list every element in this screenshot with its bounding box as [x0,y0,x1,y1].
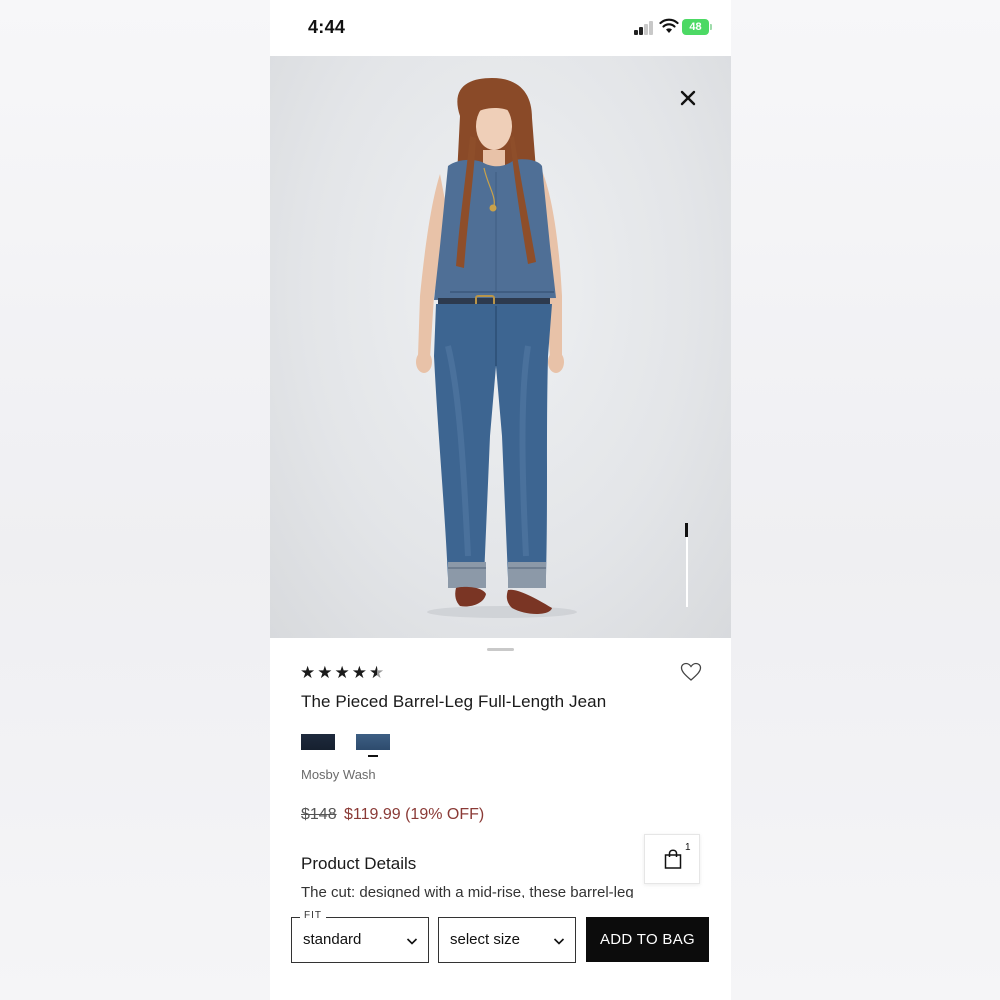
cellular-signal-icon [634,21,656,35]
color-name: Mosby Wash [301,767,376,782]
status-bar: 4:44 48 [270,0,731,56]
heart-icon[interactable] [680,662,702,682]
color-swatch-mosby-wash[interactable] [356,734,390,750]
model-wearing-jeans-photo [416,78,577,618]
wifi-icon [659,18,679,33]
fit-value: standard [303,931,362,948]
size-dropdown[interactable]: select size [438,917,576,963]
fit-label: FIT [300,910,326,921]
shopping-bag-icon [664,849,682,869]
status-time: 4:44 [308,17,346,37]
battery-level: 48 [682,19,709,35]
fit-dropdown[interactable]: FIT standard [291,910,429,963]
sale-price: $119.99 (19% OFF) [344,806,485,823]
star-icon: ★ [317,663,333,682]
rating-stars[interactable]: ★ ★ ★ ★ ★ [300,664,384,682]
size-value: select size [450,931,521,948]
color-swatch-dark[interactable] [301,734,335,750]
star-icon: ★ [334,663,350,682]
product-details-heading[interactable]: Product Details [301,854,416,874]
background-right [731,0,1000,1000]
battery-icon: 48 [682,19,712,35]
half-star-icon: ★ [369,663,385,682]
chevron-down-icon [553,938,565,945]
chevron-down-icon [406,938,418,945]
phone-screen: 4:44 48 ★ ★ ★ ★ ★ The Pieced Barrel-Leg … [270,0,731,1000]
close-icon[interactable] [676,86,700,110]
sheet-drag-handle[interactable] [487,648,514,651]
product-image[interactable] [270,56,731,638]
product-title: The Pieced Barrel-Leg Full-Length Jean [301,692,607,711]
selected-swatch-indicator [368,755,378,757]
add-to-bag-button[interactable]: ADD TO BAG [586,917,709,962]
purchase-bar: FIT standard select size ADD TO BAG [270,898,731,1000]
bag-count-badge: 1 [685,842,691,853]
original-price: $148 [301,806,337,823]
star-icon: ★ [300,663,316,682]
shopping-bag-button[interactable]: 1 [644,834,700,884]
background-left [0,0,270,1000]
star-icon: ★ [351,663,367,682]
gallery-scroll-indicator[interactable] [685,523,688,537]
